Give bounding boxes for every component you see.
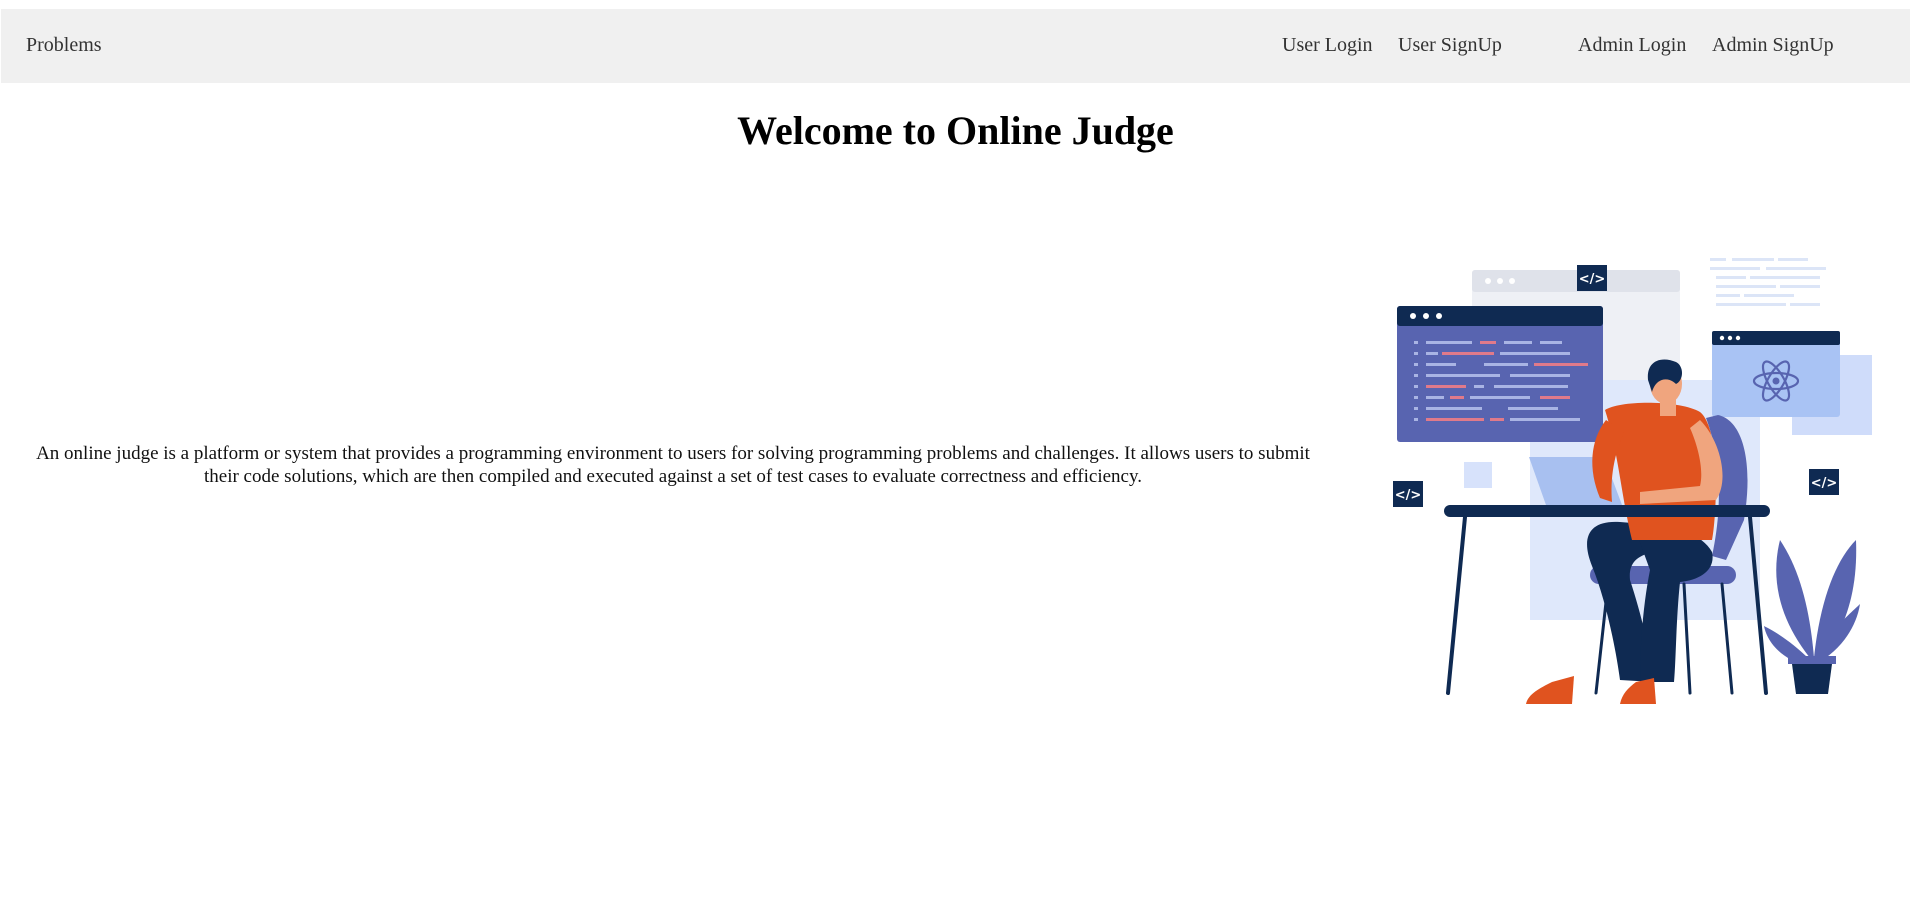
svg-text:</>: </> [1579, 272, 1606, 287]
developer-at-desk-illustration: </> </> </> [1393, 258, 1872, 704]
svg-text:</>: </> [1395, 488, 1422, 503]
potted-plant [1764, 540, 1860, 694]
code-tag-icon: </> [1393, 481, 1423, 507]
nav-user-login-link[interactable]: User Login [1282, 34, 1373, 57]
site-description: An online judge is a platform or system … [36, 443, 1310, 487]
nav-admin-signup-link[interactable]: Admin SignUp [1712, 34, 1834, 57]
react-window [1712, 331, 1840, 417]
svg-text:</>: </> [1811, 476, 1838, 491]
nav-admin-login-link[interactable]: Admin Login [1578, 34, 1686, 57]
code-tag-icon: </> [1809, 469, 1839, 495]
code-tag-icon: </> [1577, 265, 1607, 291]
nav-user-signup-link[interactable]: User SignUp [1398, 34, 1502, 57]
code-window [1397, 306, 1603, 442]
nav-problems-link[interactable]: Problems [26, 34, 102, 57]
faint-code-lines [1710, 258, 1826, 306]
page-title: Welcome to Online Judge [737, 108, 1174, 153]
top-navbar: Problems User Login User SignUp Admin Lo… [1, 9, 1910, 83]
